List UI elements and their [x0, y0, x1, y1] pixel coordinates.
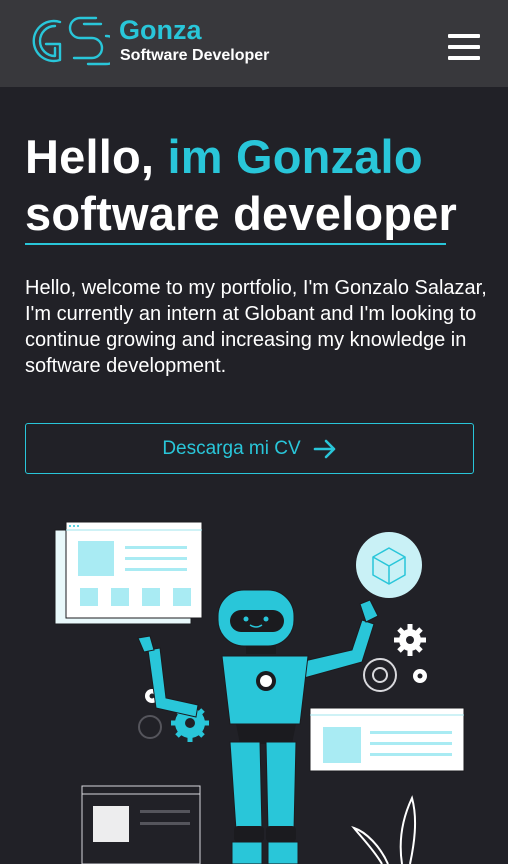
brand-subtitle: Software Developer [120, 47, 270, 64]
intro-paragraph: Hello, welcome to my portfolio, I'm Gonz… [25, 277, 487, 377]
title-name: im Gonzalo [167, 130, 423, 183]
hamburger-menu-icon[interactable] [446, 34, 482, 61]
plant [351, 795, 417, 864]
title-role: software developer [25, 187, 457, 240]
brand-name[interactable]: Gonza [119, 15, 202, 45]
gears-right [363, 624, 427, 692]
logo-gs-icon[interactable] [22, 13, 110, 69]
robot-developer-illustration [54, 521, 465, 864]
hero-title: Hello, im Gonzalo software developer [25, 128, 457, 242]
arrow-right-icon [313, 439, 335, 458]
navbar: Gonza Software Developer [0, 0, 508, 87]
download-cv-button[interactable]: Descarga mi CV [25, 423, 474, 474]
window-card-front [65, 521, 203, 619]
window-card-right [309, 707, 465, 772]
gears-left [138, 689, 209, 742]
window-card-bottom [81, 785, 201, 864]
cube-bubble [356, 532, 422, 598]
title-underline [25, 243, 446, 245]
cv-button-label: Descarga mi CV [162, 437, 301, 459]
title-greeting: Hello, [25, 130, 168, 183]
